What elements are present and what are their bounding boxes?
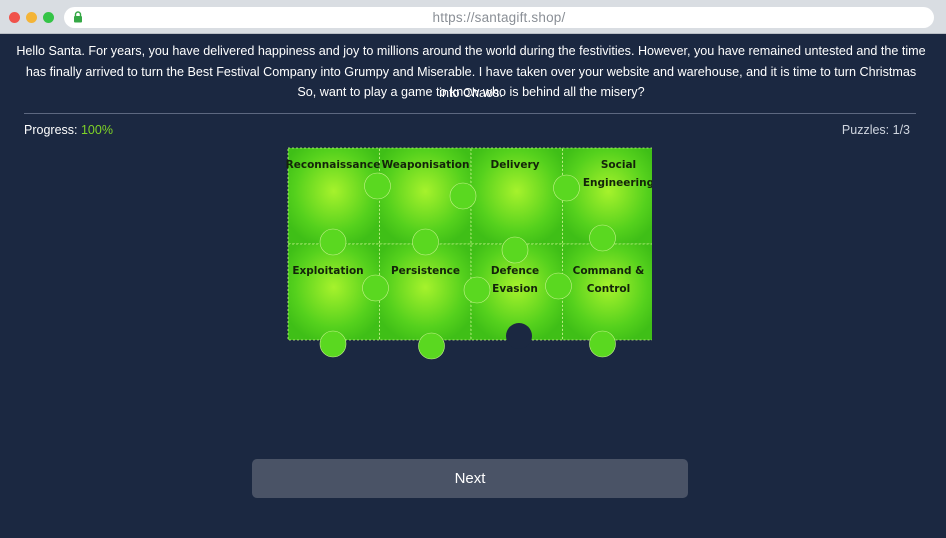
puzzle-piece xyxy=(379,243,472,341)
next-button[interactable]: Next xyxy=(252,459,688,498)
puzzle-knob xyxy=(449,182,477,210)
address-bar[interactable]: https://santagift.shop/ xyxy=(64,7,934,28)
divider xyxy=(24,113,916,114)
puzzle-piece-label: Delivery xyxy=(490,159,539,171)
url-text: https://santagift.shop/ xyxy=(432,10,566,25)
puzzle-piece-label: Weaponisation xyxy=(382,159,470,171)
window-minimize-button[interactable] xyxy=(26,12,37,23)
progress-value: 100% xyxy=(80,123,113,137)
puzzle-knob xyxy=(589,330,616,358)
progress-label: Progress: xyxy=(24,123,78,137)
browser-toolbar: https://santagift.shop/ xyxy=(0,0,946,34)
puzzle-knob xyxy=(545,272,572,300)
puzzle-piece-label: Exploitation xyxy=(292,265,363,277)
puzzle-piece-label: Reconnaissance xyxy=(286,159,380,171)
puzzle-knob xyxy=(319,228,347,256)
puzzle-knob xyxy=(319,330,347,358)
puzzle-knob xyxy=(412,228,439,256)
window-maximize-button[interactable] xyxy=(43,12,54,23)
puzzle-knob xyxy=(418,332,445,360)
puzzle-slot xyxy=(506,323,532,349)
puzzle-knob xyxy=(463,276,491,304)
puzzle-knob xyxy=(553,174,580,202)
puzzle-knob xyxy=(362,274,389,302)
puzzle-piece-label: Persistence xyxy=(391,265,460,277)
page-content: Hello Santa. For years, you have deliver… xyxy=(2,35,940,538)
game-question: So, want to play a game to know who is b… xyxy=(297,85,645,99)
puzzle-knob xyxy=(364,172,391,200)
jigsaw-puzzle: Reconnaissance Weaponisation Delivery Socia… xyxy=(286,147,652,360)
window-close-button[interactable] xyxy=(9,12,20,23)
puzzle-knob xyxy=(501,236,529,264)
progress-indicator: Progress: 100% xyxy=(24,123,113,137)
puzzle-knob xyxy=(589,224,616,252)
puzzles-counter: Puzzles: 1/3 xyxy=(841,123,910,137)
